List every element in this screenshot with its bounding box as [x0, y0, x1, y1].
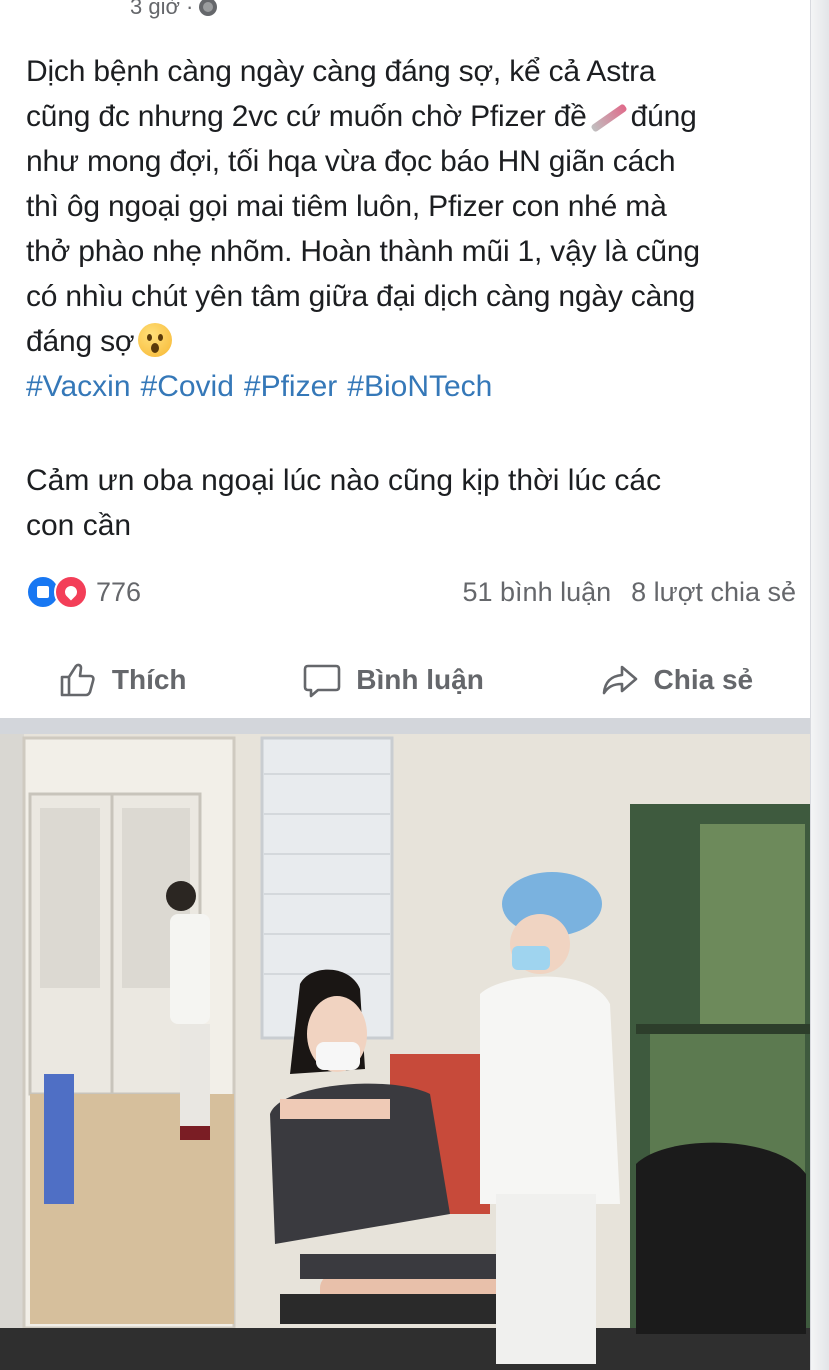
page-edge — [810, 0, 829, 1370]
globe-icon — [199, 0, 218, 16]
comment-button[interactable]: Bình luận — [302, 661, 484, 699]
post-text-part1: Dịch bệnh càng ngày càng đáng sợ, kể cả … — [26, 55, 656, 133]
like-button[interactable]: Thích — [58, 661, 187, 699]
wow-emoji-icon — [138, 323, 173, 357]
share-button[interactable]: Chia sẻ — [600, 661, 754, 699]
post-time[interactable]: 3 giờ · — [130, 0, 193, 20]
post-actions-bar: Thích Bình luận Chia sẻ — [0, 640, 811, 720]
hashtag-vacxin[interactable]: #Vacxin — [26, 370, 131, 404]
thumbs-up-icon — [60, 663, 95, 697]
love-reaction-icon — [54, 575, 88, 609]
reactions-row: 776 51 bình luận 8 lượt chia sẻ — [26, 574, 796, 610]
comment-button-label: Bình luận — [356, 664, 484, 695]
like-button-label: Thích — [111, 664, 187, 695]
reaction-summary[interactable]: 776 — [26, 575, 141, 609]
comment-count-link[interactable]: 51 bình luận — [463, 577, 612, 608]
syringe-emoji-icon — [589, 103, 628, 133]
post-photo[interactable] — [0, 734, 811, 1370]
share-arrow-icon — [602, 665, 637, 695]
comment-bubble-icon — [303, 664, 341, 698]
post-text-second: Cảm ưn oba ngoại lúc nào cũng kịp thời l… — [26, 464, 662, 542]
hashtag-pfizer[interactable]: #Pfizer — [244, 370, 337, 404]
reaction-count: 776 — [96, 576, 142, 607]
post-text: Dịch bệnh càng ngày càng đáng sợ, kể cả … — [26, 49, 796, 364]
post-meta: 3 giờ · — [130, 0, 218, 20]
vaccination-photo-illustration — [0, 734, 811, 1370]
hashtag-list: #Vacxin #Covid #Pfizer #BioNTech — [26, 370, 492, 404]
post-text-part2: đúng như mong đợi, tối hqa vừa đọc báo H… — [26, 100, 700, 358]
section-divider — [0, 718, 811, 734]
share-button-label: Chia sẻ — [653, 664, 754, 695]
engagement-counts: 51 bình luận 8 lượt chia sẻ — [463, 577, 797, 608]
share-count-link[interactable]: 8 lượt chia sẻ — [631, 577, 796, 608]
hashtag-covid[interactable]: #Covid — [141, 370, 234, 404]
hashtag-biontech[interactable]: #BioNTech — [347, 370, 492, 404]
post-card: 3 giờ · Dịch bệnh càng ngày càng đáng sợ… — [0, 0, 811, 722]
